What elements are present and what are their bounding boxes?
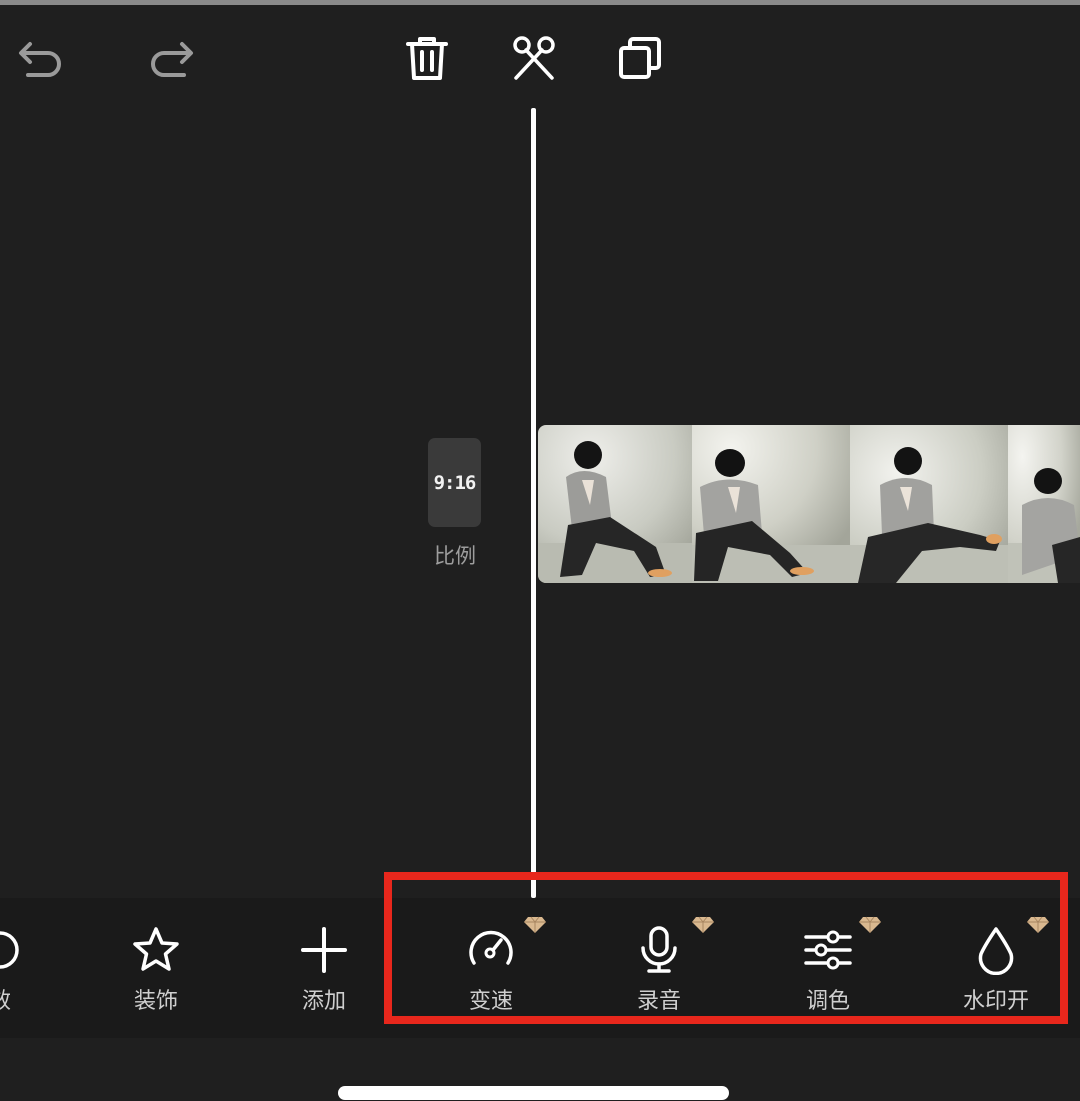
premium-gem-icon — [1027, 916, 1049, 933]
clip-thumbnail — [692, 425, 850, 583]
clip-thumbnail — [1008, 425, 1080, 583]
toolbar-item-label: 调色 — [805, 989, 850, 1014]
trash-icon — [406, 37, 448, 80]
toolbar-item-speed[interactable]: 变速 — [431, 898, 551, 1028]
delete-button[interactable] — [398, 28, 456, 88]
copy-icon — [619, 37, 661, 79]
plus-icon — [298, 924, 350, 976]
toolbar-item-record[interactable]: 录音 — [599, 898, 719, 1028]
toolbar-item-effect[interactable]: 效 — [0, 898, 60, 1028]
water-drop-icon — [970, 924, 1022, 976]
effect-icon — [0, 924, 26, 976]
undo-button[interactable] — [12, 30, 68, 86]
premium-gem-icon — [859, 916, 881, 933]
video-clip-track[interactable] — [538, 425, 1080, 583]
aspect-ratio-label: 比例 — [434, 544, 476, 568]
redo-button[interactable] — [144, 30, 200, 86]
toolbar-item-color[interactable]: 调色 — [768, 898, 888, 1028]
top-status-strip — [0, 0, 1080, 5]
clip-thumbnail — [850, 425, 1008, 583]
timeline-playhead[interactable] — [531, 108, 536, 898]
aspect-ratio-button[interactable]: 9:16 — [428, 438, 481, 527]
toolbar-item-decorate[interactable]: 装饰 — [96, 898, 216, 1028]
aspect-ratio-value: 9:16 — [433, 471, 477, 494]
toolbar-item-label: 效 — [0, 983, 60, 1015]
toolbar-item-label: 添加 — [301, 989, 346, 1014]
toolbar-item-watermark[interactable]: 水印开 — [936, 898, 1056, 1028]
undo-icon — [19, 42, 61, 77]
copy-button[interactable] — [611, 28, 669, 88]
sliders-icon — [802, 924, 854, 976]
premium-gem-icon — [524, 916, 546, 933]
toolbar-item-label: 装饰 — [133, 989, 178, 1014]
split-button[interactable] — [505, 28, 563, 88]
clip-thumbnail — [538, 425, 692, 583]
star-icon — [130, 924, 182, 976]
scissors-icon — [513, 36, 555, 80]
toolbar-item-label: 录音 — [636, 989, 681, 1014]
home-indicator[interactable] — [338, 1086, 729, 1100]
redo-icon — [151, 42, 193, 77]
toolbar-item-add[interactable]: 添加 — [264, 898, 384, 1028]
microphone-icon — [633, 924, 685, 976]
premium-gem-icon — [692, 916, 714, 933]
video-editor-screen: 9:16 比例 装饰 添加 变速 录音 调色 水印开 — [0, 0, 1080, 1101]
speed-gauge-icon — [465, 924, 517, 976]
bottom-toolbar: 效 装饰 添加 — [0, 898, 1080, 1038]
toolbar-item-label: 变速 — [468, 989, 513, 1014]
toolbar-item-label: 水印开 — [962, 989, 1029, 1014]
